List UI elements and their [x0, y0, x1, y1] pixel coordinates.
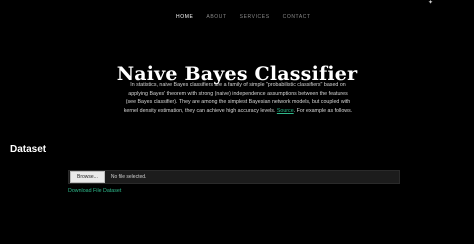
source-link[interactable]: Source — [277, 108, 294, 114]
file-input[interactable]: Browse... No file selected. — [68, 170, 400, 184]
sparkle-icon: ✦ — [428, 0, 434, 6]
download-dataset-link[interactable]: Download File Dataset — [68, 188, 121, 194]
file-status-text: No file selected. — [110, 174, 147, 180]
nav-services[interactable]: SERVICES — [240, 13, 270, 21]
main-nav: HOME ABOUT SERVICES CONTACT — [176, 13, 324, 21]
nav-home[interactable]: HOME — [176, 13, 193, 21]
nav-contact[interactable]: CONTACT — [283, 13, 311, 21]
hero-description-tail: . For example as follows. — [293, 108, 353, 115]
dataset-heading: Dataset — [10, 144, 47, 155]
browse-button[interactable]: Browse... — [70, 171, 105, 183]
nav-about[interactable]: ABOUT — [206, 13, 226, 21]
top-navbar: HOME ABOUT SERVICES CONTACT ✦ — [0, 0, 474, 32]
hero-description: In statistics, naive Bayes classifiers a… — [123, 81, 353, 115]
